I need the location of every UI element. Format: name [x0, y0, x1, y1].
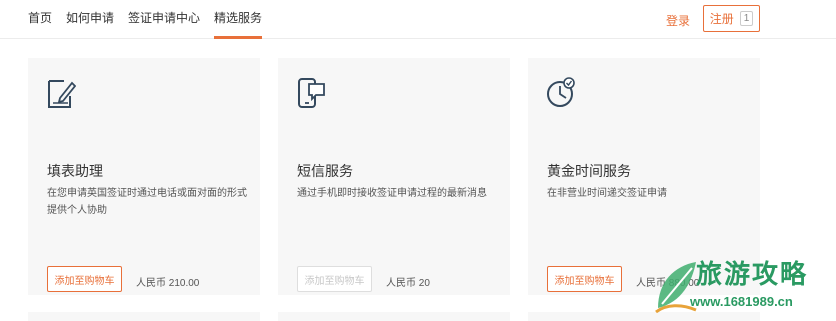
- service-card-next-row: [28, 312, 260, 321]
- nav-item-how-to-apply[interactable]: 如何申请: [66, 0, 114, 39]
- card-description: 在非营业时间递交签证申请: [547, 188, 667, 199]
- service-card: 黄金时间服务 在非营业时间递交签证申请 添加至购物车 人民币 880.00: [528, 58, 760, 295]
- form-edit-icon: [48, 80, 76, 108]
- service-card-next-row: [528, 312, 760, 321]
- service-card: 短信服务 通过手机即时接收签证申请过程的最新消息 添加至购物车 人民币 20: [278, 58, 510, 295]
- nav-item-visa-centre[interactable]: 签证申请中心: [128, 0, 200, 39]
- nav-menu: 首页 如何申请 签证申请中心 精选服务: [28, 0, 276, 39]
- register-label: 注册: [709, 12, 734, 26]
- service-card-next-row: [278, 312, 510, 321]
- card-description: 在您申请英国签证时通过电话或面对面的形式提供个人协助: [47, 188, 247, 216]
- phone-message-icon: [298, 78, 325, 108]
- service-card: 填表助理 在您申请英国签证时通过电话或面对面的形式提供个人协助 添加至购物车 人…: [28, 58, 260, 295]
- card-description: 通过手机即时接收签证申请过程的最新消息: [297, 188, 487, 199]
- card-price: 人民币 880.00: [636, 278, 700, 289]
- clock-check-icon: [547, 77, 575, 107]
- top-navigation-bar: 首页 如何申请 签证申请中心 精选服务 登录 注册 1: [0, 0, 836, 39]
- nav-item-home[interactable]: 首页: [28, 0, 52, 39]
- login-link[interactable]: 登录: [666, 12, 690, 29]
- add-to-cart-button[interactable]: 添加至购物车: [297, 266, 372, 292]
- services-section: 填表助理 在您申请英国签证时通过电话或面对面的形式提供个人协助 添加至购物车 人…: [0, 40, 836, 321]
- add-to-cart-button[interactable]: 添加至购物车: [547, 266, 622, 292]
- card-title: 短信服务: [297, 163, 353, 179]
- card-title: 黄金时间服务: [547, 163, 631, 179]
- register-button[interactable]: 注册 1: [703, 5, 760, 32]
- card-price: 人民币 20: [386, 278, 430, 289]
- card-title: 填表助理: [47, 163, 103, 179]
- register-count-badge: 1: [739, 11, 754, 26]
- nav-item-premium-services[interactable]: 精选服务: [214, 0, 263, 39]
- add-to-cart-button[interactable]: 添加至购物车: [47, 266, 122, 292]
- card-price: 人民币 210.00: [136, 278, 200, 289]
